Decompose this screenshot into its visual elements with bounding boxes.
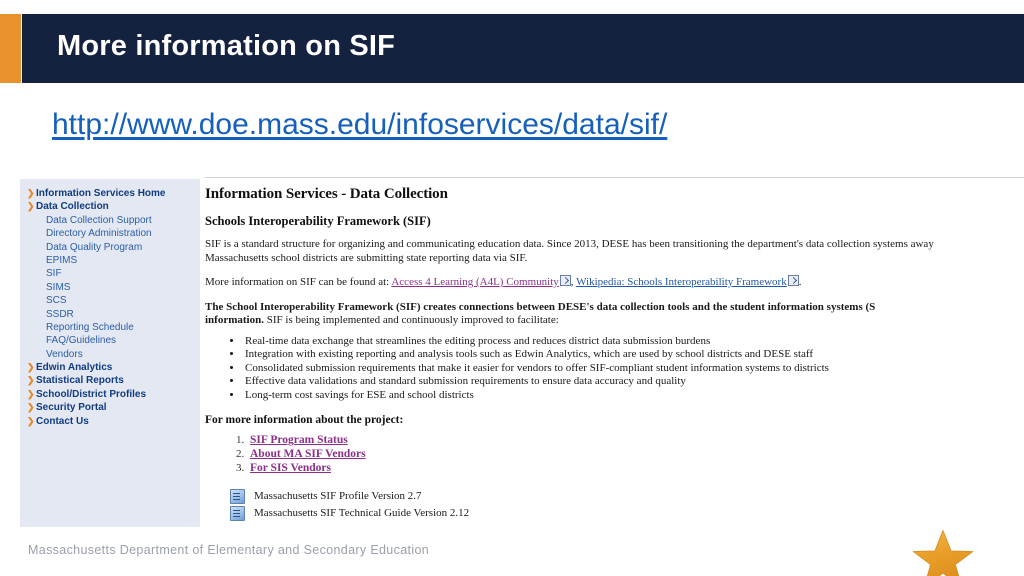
sidebar-item-label: Information Services Home xyxy=(36,188,166,199)
document-file-icon xyxy=(230,505,245,521)
document-links-list: Massachusetts SIF Profile Version 2.7 Mas… xyxy=(205,488,1024,522)
sif-description-bold-line2: information. xyxy=(205,314,264,326)
sidebar-item-faq-guidelines[interactable]: FAQ/Guidelines xyxy=(26,335,200,348)
benefits-bullet-list: Real-time data exchange that streamlines… xyxy=(205,335,1024,403)
sidebar-item-edwin-analytics[interactable]: ❯ Edwin Analytics xyxy=(26,362,200,375)
external-link-icon xyxy=(787,275,799,286)
sidebar-item-label: FAQ/Guidelines xyxy=(46,335,117,347)
page-title: More information on SIF xyxy=(57,30,396,62)
slide-footer: Massachusetts Department of Elementary a… xyxy=(28,543,430,557)
chevron-right-icon: ❯ xyxy=(27,201,35,212)
sidebar-item-label: SCS xyxy=(46,295,67,307)
sidebar-item-security-portal[interactable]: ❯ Security Portal xyxy=(26,402,200,415)
chevron-right-icon: ❯ xyxy=(27,415,35,426)
article-content: Information Services - Data Collection S… xyxy=(205,181,1024,529)
sidebar-item-label: Vendors xyxy=(46,348,83,360)
benefit-bullet-item: Integration with existing reporting and … xyxy=(243,348,1024,362)
sidebar-item-data-collection[interactable]: ❯ Data Collection xyxy=(26,201,200,214)
external-link-icon xyxy=(559,275,571,286)
more-info-line: More information on SIF can be found at:… xyxy=(205,275,1024,290)
benefit-bullet-item: Real-time data exchange that streamlines… xyxy=(243,335,1024,349)
link-a4l-community[interactable]: Access 4 Learning (A4L) Community xyxy=(391,276,558,288)
sidebar-item-label: Data Collection xyxy=(36,201,109,213)
sidebar-item-epims[interactable]: EPIMS xyxy=(26,255,200,268)
sidebar-item-directory-administration[interactable]: Directory Administration xyxy=(26,228,200,241)
embedded-browser-screenshot: ❯ Information Services Home ❯ Data Collecti… xyxy=(20,177,1024,529)
sif-description-paragraph: The School Interoperability Framework (S… xyxy=(205,301,1024,328)
site-sidebar: ❯ Information Services Home ❯ Data Collecti… xyxy=(20,179,200,527)
sidebar-item-label: Data Collection Support xyxy=(46,214,152,226)
document-file-icon xyxy=(230,488,245,504)
sidebar-item-label: Reporting Schedule xyxy=(46,321,134,333)
project-link-label[interactable]: About MA SIF Vendors xyxy=(250,448,366,460)
project-link-label[interactable]: For SIS Vendors xyxy=(250,462,331,474)
sidebar-item-sif[interactable]: SIF xyxy=(26,268,200,281)
benefit-bullet-item: Effective data validations and standard … xyxy=(243,375,1024,389)
chevron-right-icon: ❯ xyxy=(27,375,35,386)
benefit-bullet-item: Consolidated submission requirements tha… xyxy=(243,362,1024,376)
sidebar-item-data-quality-program[interactable]: Data Quality Program xyxy=(26,242,200,255)
document-link-row[interactable]: Massachusetts SIF Technical Guide Versio… xyxy=(230,505,1024,522)
sidebar-item-label: Directory Administration xyxy=(46,228,152,240)
sidebar-item-label: Contact Us xyxy=(36,415,89,427)
sidebar-item-statistical-reports[interactable]: ❯ Statistical Reports xyxy=(26,375,200,388)
benefit-bullet-item: Long-term cost savings for ESE and schoo… xyxy=(243,389,1024,403)
sidebar-item-label: SIF xyxy=(46,268,62,280)
sif-description-bold-line1: The School Interoperability Framework (S… xyxy=(205,300,876,313)
sidebar-item-label: EPIMS xyxy=(46,254,78,266)
sidebar-item-data-collection-support[interactable]: Data Collection Support xyxy=(26,215,200,228)
sidebar-item-label: Edwin Analytics xyxy=(36,362,113,374)
document-link-label: Massachusetts SIF Technical Guide Versio… xyxy=(254,507,470,520)
sidebar-item-reporting-schedule[interactable]: Reporting Schedule xyxy=(26,322,200,335)
chevron-right-icon: ❯ xyxy=(27,402,35,413)
intro-line-1: SIF is a standard structure for organizi… xyxy=(205,238,934,250)
project-info-heading: For more information about the project: xyxy=(205,414,404,427)
chevron-right-icon: ❯ xyxy=(27,388,35,399)
link-wikipedia-sif[interactable]: Wikipedia: Schools Interoperability Fram… xyxy=(576,276,787,288)
project-links-list: SIF Program Status About MA SIF Vendors Fo… xyxy=(205,434,1024,476)
sidebar-item-contact-us[interactable]: ❯ Contact Us xyxy=(26,416,200,429)
sif-description-tail: SIF is being implemented and continuousl… xyxy=(263,314,559,326)
sidebar-item-sims[interactable]: SIMS xyxy=(26,282,200,295)
project-link-item[interactable]: SIF Program Status xyxy=(247,434,1024,448)
sidebar-item-scs[interactable]: SCS xyxy=(26,295,200,308)
sidebar-item-label: SIMS xyxy=(46,281,71,293)
chevron-right-icon: ❯ xyxy=(27,188,35,198)
project-link-item[interactable]: About MA SIF Vendors xyxy=(247,448,1024,462)
project-link-item[interactable]: For SIS Vendors xyxy=(247,462,1024,476)
project-link-label[interactable]: SIF Program Status xyxy=(250,434,348,446)
sidebar-item-label: Data Quality Program xyxy=(46,241,143,253)
slide: More information on SIF http://www.doe.m… xyxy=(0,0,1024,576)
title-accent-bar xyxy=(0,14,21,83)
intro-line-2: Massachusetts school districts are submi… xyxy=(205,251,528,264)
sidebar-item-label: SSDR xyxy=(46,308,74,320)
star-decoration xyxy=(912,530,974,576)
sidebar-item-vendors[interactable]: Vendors xyxy=(26,349,200,362)
content-top-divider xyxy=(205,177,1024,178)
sidebar-item-label: School/District Profiles xyxy=(36,388,147,400)
sidebar-item-label: Statistical Reports xyxy=(36,375,124,387)
sidebar-item-information-services-home[interactable]: ❯ Information Services Home xyxy=(26,188,200,201)
chevron-right-icon: ❯ xyxy=(27,362,35,373)
sidebar-item-ssdr[interactable]: SSDR xyxy=(26,309,200,322)
intro-paragraph: SIF is a standard structure for organizi… xyxy=(205,238,1024,265)
document-link-label: Massachusetts SIF Profile Version 2.7 xyxy=(254,490,422,503)
document-link-row[interactable]: Massachusetts SIF Profile Version 2.7 xyxy=(230,488,1024,505)
article-h1: Information Services - Data Collection xyxy=(205,186,448,202)
sidebar-item-label: Security Portal xyxy=(36,402,107,414)
article-h2: Schools Interoperability Framework (SIF) xyxy=(205,214,431,228)
sidebar-item-school-district-profiles[interactable]: ❯ School/District Profiles xyxy=(26,389,200,402)
link-suffix: . xyxy=(798,276,802,288)
more-info-prefix: More information on SIF can be found at: xyxy=(205,276,392,288)
sif-url-link[interactable]: http://www.doe.mass.edu/infoservices/dat… xyxy=(52,108,667,142)
